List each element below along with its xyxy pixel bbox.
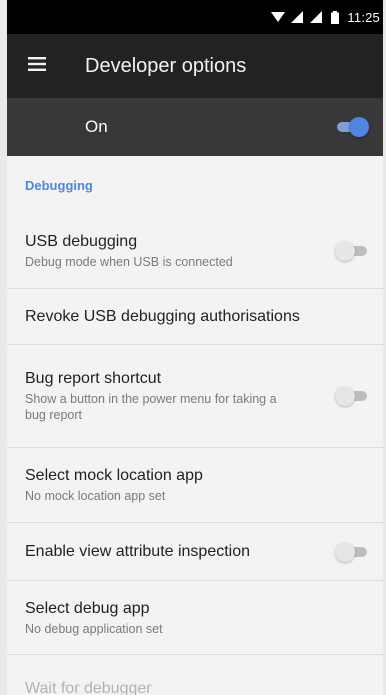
pref-text: Wait for debugger	[25, 655, 164, 695]
view-attribute-inspection-toggle[interactable]	[335, 541, 369, 562]
pref-title: Revoke USB debugging authorisations	[25, 307, 300, 325]
pref-summary: No mock location app set	[25, 489, 166, 503]
preferences-list: Debugging USB debugging Debug mode when …	[7, 156, 383, 695]
pref-select-debug-app[interactable]: Select debug app No debug application se…	[7, 581, 383, 655]
pref-title: Select debug app	[25, 599, 150, 617]
toggle-thumb	[335, 241, 355, 261]
pref-text: Enable view attribute inspection	[25, 542, 262, 562]
pref-title: Select mock location app	[25, 467, 203, 484]
signal-icon	[290, 10, 304, 24]
pref-summary: Show a button in the power menu for taki…	[25, 392, 277, 422]
master-switch-bar[interactable]: On	[7, 98, 383, 156]
pref-bug-report-shortcut[interactable]: Bug report shortcut Show a button in the…	[7, 345, 383, 448]
pref-text: USB debugging Debug mode when USB is con…	[25, 232, 245, 270]
hamburger-menu-icon	[28, 56, 46, 76]
toggle-thumb	[349, 117, 369, 137]
bug-report-shortcut-toggle[interactable]	[335, 386, 369, 406]
pref-wait-for-debugger[interactable]: Wait for debugger	[7, 655, 383, 695]
app-bar: Developer options	[7, 34, 383, 98]
status-bar: 11:25	[7, 0, 383, 34]
pref-text: Select mock location app No mock locatio…	[25, 466, 215, 504]
status-time: 11:25	[347, 9, 380, 25]
pref-select-mock-location-app[interactable]: Select mock location app No mock locatio…	[7, 448, 383, 523]
pref-text: Bug report shortcut Show a button in the…	[25, 369, 292, 423]
wifi-icon	[271, 10, 286, 24]
page-title: Developer options	[85, 54, 247, 77]
master-switch-label: On	[85, 117, 108, 136]
pref-revoke-usb-authorisations[interactable]: Revoke USB debugging authorisations	[7, 289, 383, 345]
section-header-debugging: Debugging	[25, 177, 93, 193]
toggle-thumb	[335, 386, 355, 406]
navigation-drawer-button[interactable]	[7, 34, 67, 98]
pref-summary: No debug application set	[25, 621, 163, 636]
pref-usb-debugging[interactable]: USB debugging Debug mode when USB is con…	[7, 214, 383, 289]
toggle-thumb	[335, 541, 355, 562]
master-switch-toggle[interactable]	[335, 117, 369, 137]
pref-text: Select debug app No debug application se…	[25, 599, 175, 637]
pref-summary: Debug mode when USB is connected	[25, 255, 233, 269]
pref-text: Revoke USB debugging authorisations	[25, 307, 312, 327]
pref-title: Wait for debugger	[25, 680, 152, 695]
battery-icon	[328, 10, 342, 24]
pref-title: Bug report shortcut	[25, 370, 162, 387]
pref-title: Enable view attribute inspection	[25, 542, 251, 560]
pref-title: USB debugging	[25, 233, 138, 250]
usb-debugging-toggle[interactable]	[335, 241, 369, 261]
pref-enable-view-attribute-inspection[interactable]: Enable view attribute inspection	[7, 523, 383, 581]
signal-icon	[309, 10, 323, 24]
developer-options-screen: 11:25 Developer options On Debugging USB…	[7, 0, 383, 695]
